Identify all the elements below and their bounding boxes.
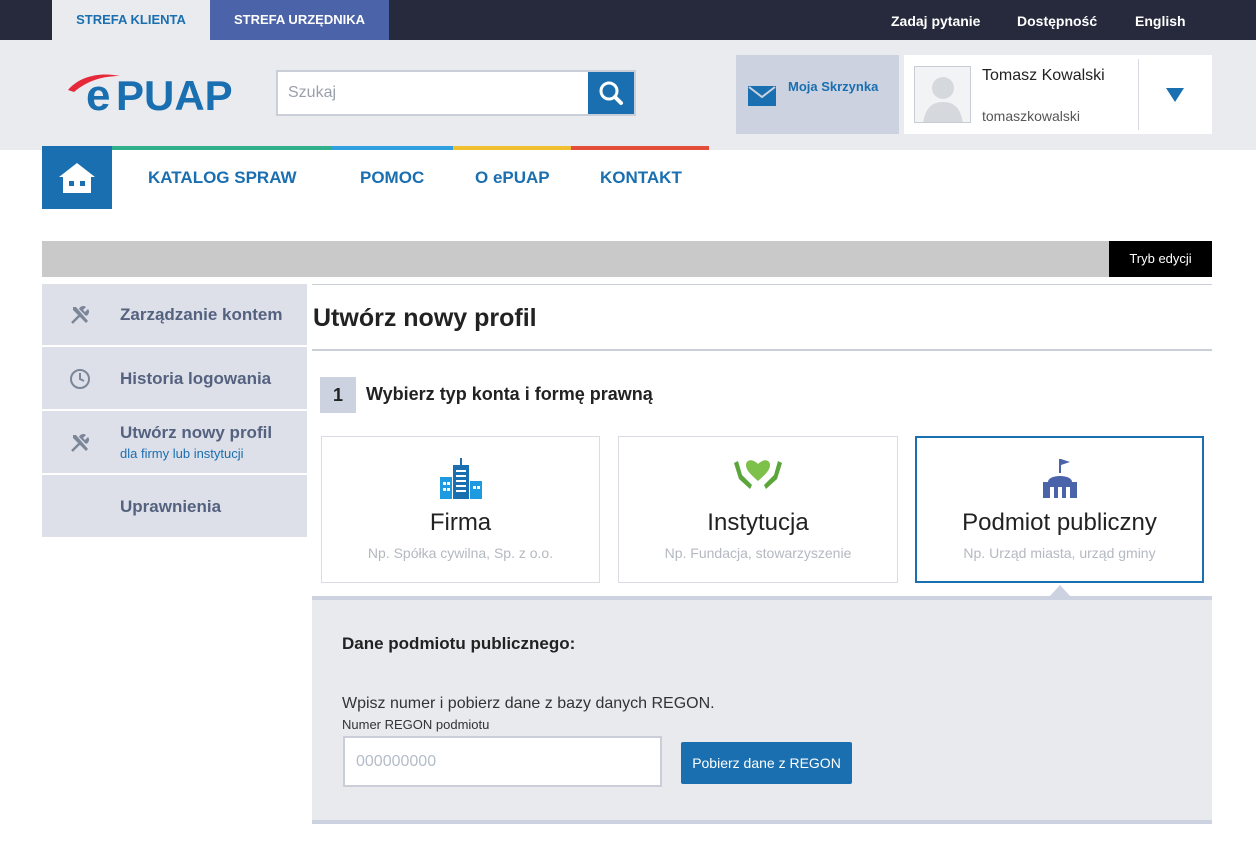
my-inbox-button[interactable]: Moja Skrzynka <box>736 55 899 134</box>
card-title: Podmiot publiczny <box>962 509 1157 536</box>
page-title: Utwórz nowy profil <box>313 304 537 332</box>
account-type-card-firma[interactable]: Firma Np. Spółka cywilna, Sp. z o.o. <box>321 436 600 583</box>
inbox-label: Moja Skrzynka <box>788 79 879 94</box>
nav-katalog-spraw[interactable]: KATALOG SPRAW <box>148 168 297 188</box>
sidebar-item-label: Utwórz nowy profil <box>120 423 273 442</box>
tab-official-zone[interactable]: STREFA URZĘDNIKA <box>210 0 389 40</box>
search-box <box>276 70 636 116</box>
user-silhouette-icon <box>923 77 963 122</box>
panel-heading: Dane podmiotu publicznego: <box>342 634 576 653</box>
epuap-logo[interactable]: e PUAP <box>66 70 252 120</box>
color-strip-green <box>112 146 331 150</box>
ask-question-link[interactable]: Zadaj pytanie <box>891 0 980 40</box>
envelope-icon <box>748 86 776 106</box>
step-number-badge: 1 <box>320 377 356 413</box>
search-input[interactable] <box>278 72 588 114</box>
home-icon <box>59 163 95 193</box>
card-subtitle: Np. Spółka cywilna, Sp. z o.o. <box>367 545 554 561</box>
search-button[interactable] <box>588 72 634 114</box>
sidebar-item-label: Uprawnienia <box>120 497 222 516</box>
sidebar-item-account-management[interactable]: Zarządzanie kontem <box>42 284 307 347</box>
sidebar-item-create-profile[interactable]: Utwórz nowy profil dla firmy lub instytu… <box>42 411 307 475</box>
language-link[interactable]: English <box>1135 0 1186 40</box>
account-type-card-instytucja[interactable]: Instytucja Np. Fundacja, stowarzyszenie <box>618 436 898 583</box>
sidebar-item-login-history[interactable]: Historia logowania <box>42 347 307 411</box>
epuap-logo-icon: e PUAP <box>68 71 233 120</box>
triangle-down-icon <box>1166 88 1184 102</box>
main-top-divider <box>312 284 1212 285</box>
selection-pointer <box>1050 585 1070 596</box>
edit-mode-button[interactable]: Tryb edycji <box>1109 241 1212 277</box>
search-icon <box>599 81 623 105</box>
title-divider <box>312 349 1212 351</box>
sidebar-item-permissions[interactable]: Uprawnienia <box>42 475 307 537</box>
top-bar: STREFA KLIENTA STREFA URZĘDNIKA Zadaj py… <box>0 0 1256 40</box>
sidebar: Zarządzanie kontem Historia logowania Ut… <box>42 284 307 537</box>
color-strip-blue <box>331 146 453 150</box>
regon-field-label: Numer REGON podmiotu <box>342 717 490 732</box>
accessibility-link[interactable]: Dostępność <box>1017 0 1097 40</box>
heart-hands-icon <box>734 460 782 489</box>
home-button[interactable] <box>42 146 112 209</box>
sidebar-item-label: Historia logowania <box>120 369 272 388</box>
tools-icon <box>71 305 90 324</box>
tab-client-zone[interactable]: STREFA KLIENTA <box>52 0 210 40</box>
svg-text:e: e <box>86 71 110 116</box>
sidebar-item-sublabel: dla firmy lub instytucji <box>120 446 244 461</box>
user-login: tomaszkowalski <box>982 108 1081 124</box>
public-building-icon <box>1042 459 1077 498</box>
buildings-icon <box>439 458 482 499</box>
card-title: Firma <box>429 509 492 536</box>
fetch-regon-button[interactable]: Pobierz dane z REGON <box>681 742 852 784</box>
nav-o-epuap[interactable]: O ePUAP <box>475 168 550 188</box>
color-strip-red <box>571 146 709 150</box>
color-strip-yellow <box>453 146 571 150</box>
card-subtitle: Np. Urząd miasta, urząd gminy <box>963 545 1156 561</box>
step-title: Wybierz typ konta i formę prawną <box>366 384 653 404</box>
clock-icon <box>70 369 90 389</box>
card-title: Instytucja <box>707 509 809 536</box>
nav-kontakt[interactable]: KONTAKT <box>600 168 682 188</box>
avatar <box>914 66 971 123</box>
user-menu-toggle[interactable] <box>1139 55 1212 134</box>
panel-instruction: Wpisz numer i pobierz dane z bazy danych… <box>342 695 715 712</box>
user-name: Tomasz Kowalski <box>982 67 1105 84</box>
edit-bar <box>42 241 1212 277</box>
regon-input[interactable] <box>343 736 662 787</box>
card-subtitle: Np. Fundacja, stowarzyszenie <box>664 545 852 561</box>
user-panel: Tomasz Kowalski tomaszkowalski <box>904 55 1212 134</box>
svg-text:PUAP: PUAP <box>116 72 233 116</box>
nav-pomoc[interactable]: POMOC <box>360 168 424 188</box>
sidebar-item-label: Zarządzanie kontem <box>120 305 283 324</box>
account-type-card-podmiot-publiczny[interactable]: Podmiot publiczny Np. Urząd miasta, urzą… <box>915 436 1204 583</box>
tools-icon <box>71 433 90 452</box>
